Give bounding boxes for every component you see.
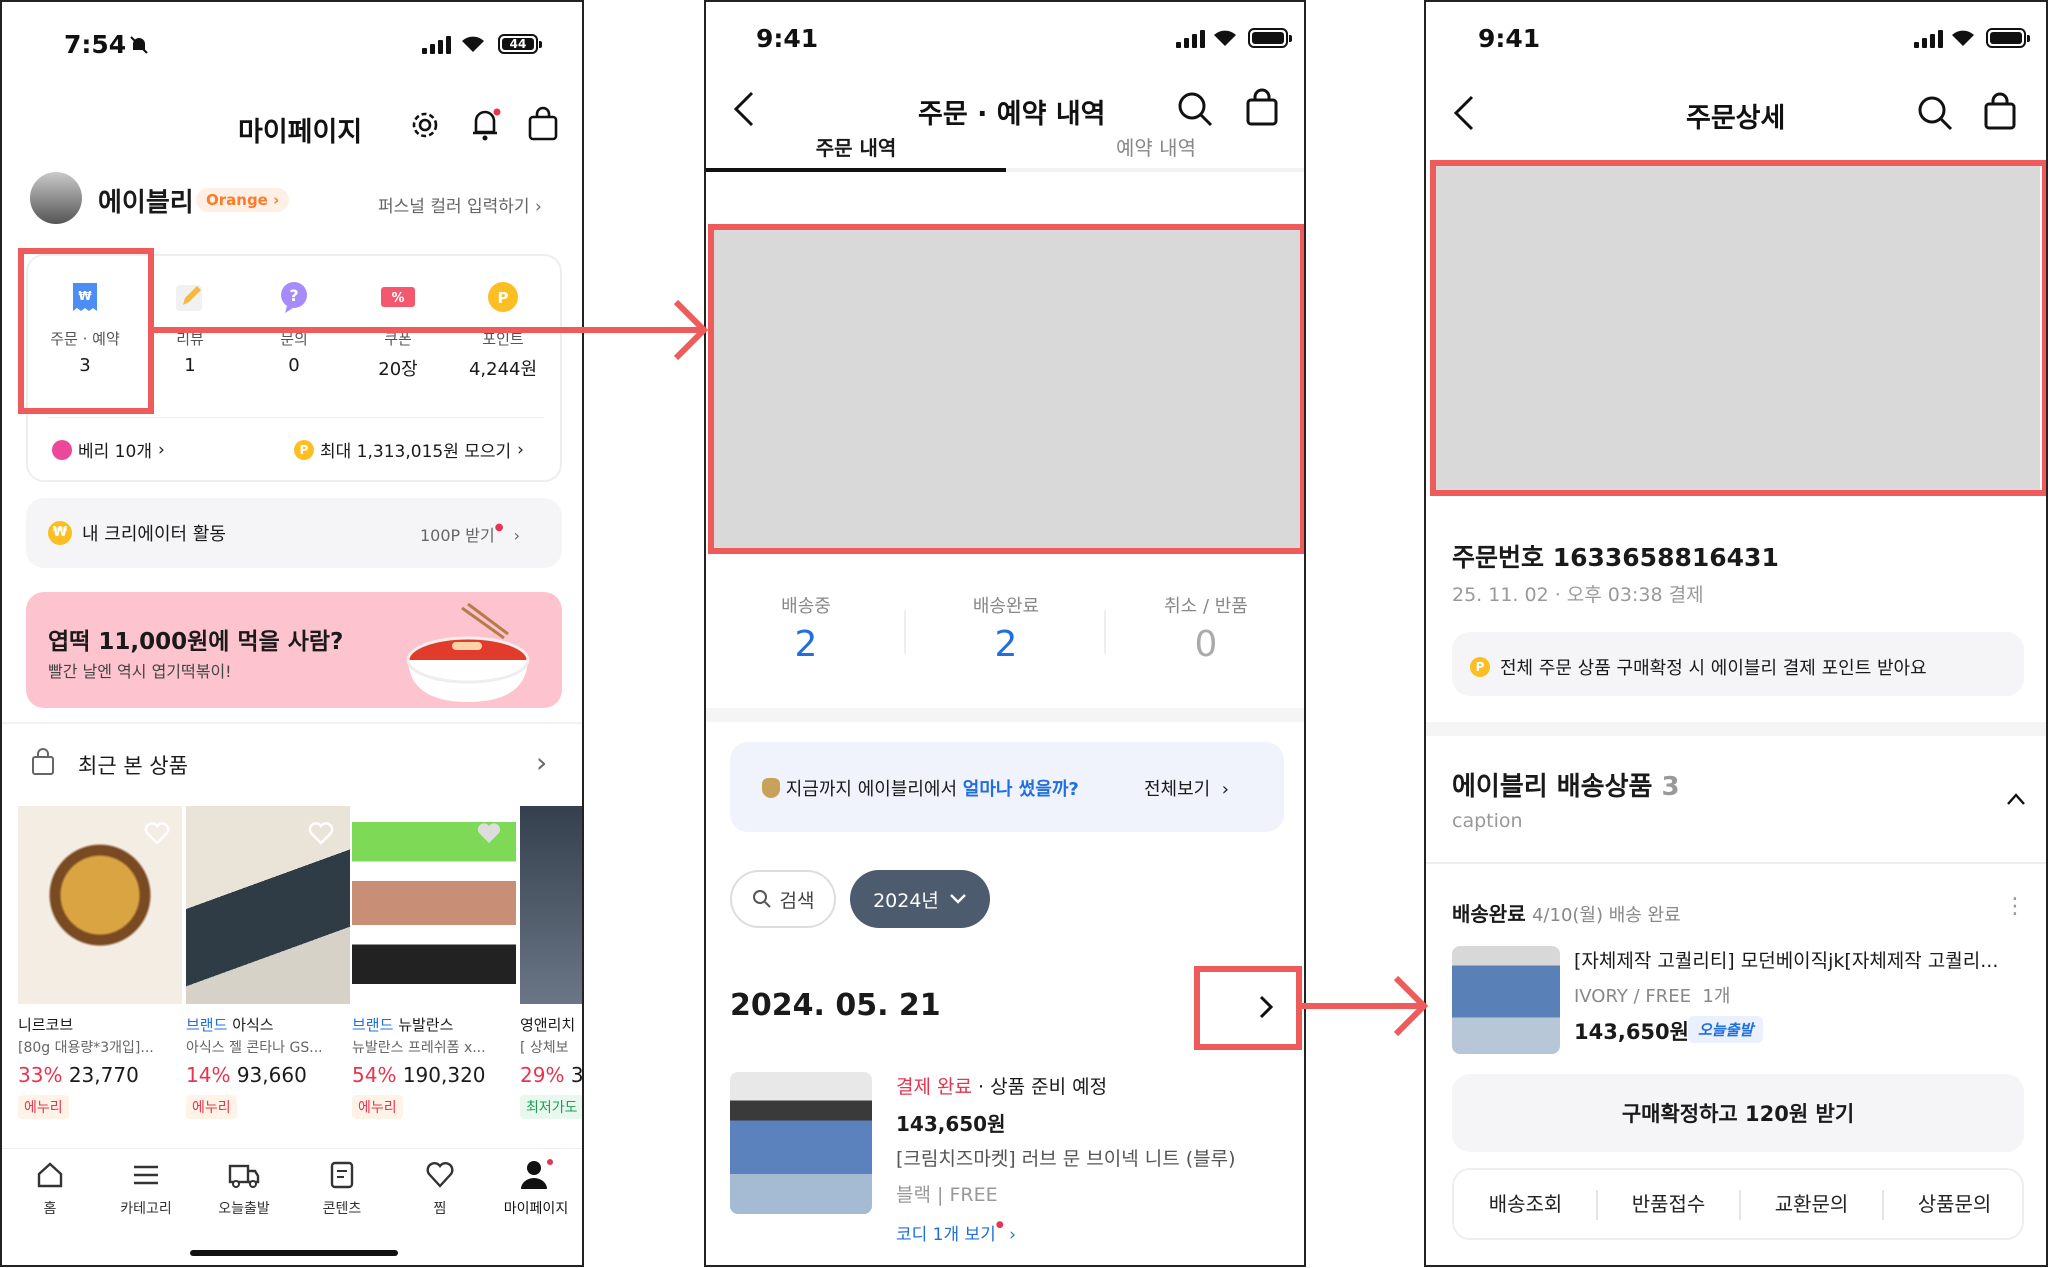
flow-arrows <box>154 299 1429 1037</box>
flow-stage: 7:54 44 마이페이지 에이블리 Orange › 퍼스널 컬러 입력하기 … <box>0 0 2048 1268</box>
